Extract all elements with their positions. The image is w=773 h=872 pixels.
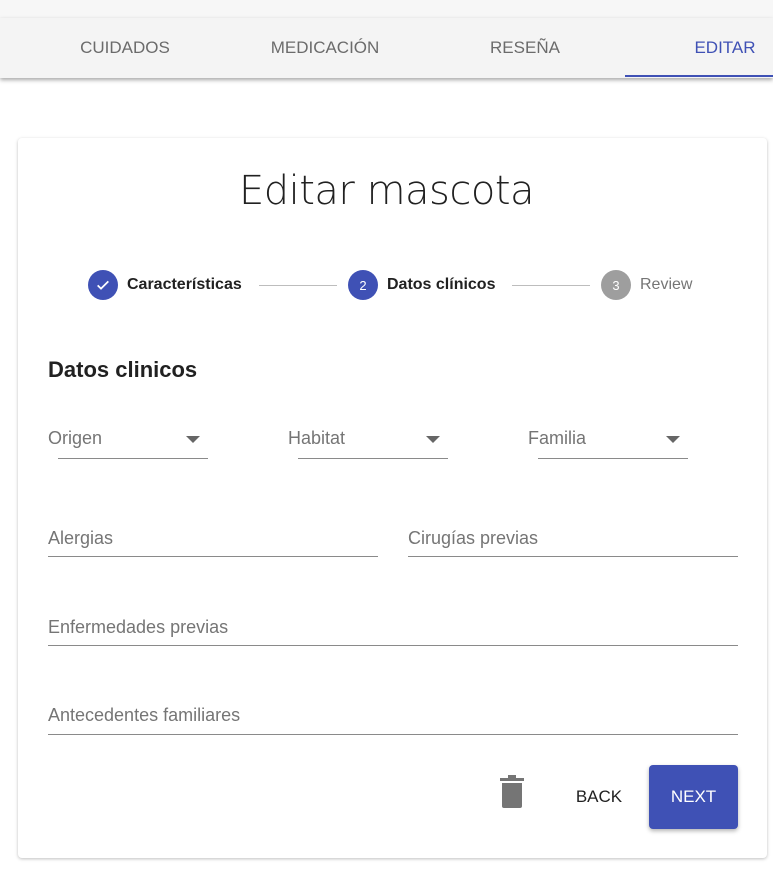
cirugias-input[interactable] — [408, 518, 738, 557]
step-connector — [512, 285, 590, 286]
chevron-down-icon — [666, 436, 680, 443]
enfermedades-input[interactable] — [48, 607, 738, 646]
step-label: Datos clínicos — [387, 276, 496, 293]
back-button[interactable]: BACK — [566, 776, 632, 818]
step-label: Review — [640, 276, 693, 293]
section-title: Datos clinicos — [48, 357, 198, 382]
step-review[interactable]: 3 Review — [601, 270, 692, 300]
step-connector — [259, 285, 337, 286]
tab-cuidados[interactable]: CUIDADOS — [25, 18, 225, 78]
antecedentes-input[interactable] — [48, 696, 738, 735]
next-button[interactable]: NEXT — [649, 765, 738, 829]
top-strip — [0, 0, 773, 18]
edit-card — [18, 138, 767, 858]
trash-icon — [500, 775, 524, 808]
step-label: Características — [127, 276, 242, 293]
alergias-input[interactable] — [48, 518, 378, 557]
tab-editar[interactable]: EDITAR — [625, 18, 773, 78]
step-caracteristicas[interactable]: Características — [88, 270, 242, 300]
tab-medicacion[interactable]: MEDICACIÓN — [225, 18, 425, 78]
chevron-down-icon — [426, 436, 440, 443]
page-title: Editar mascota — [238, 168, 535, 214]
step-number: 2 — [348, 270, 378, 300]
tab-bar: CUIDADOS MEDICACIÓN RESEÑA EDITAR — [0, 18, 773, 78]
delete-button[interactable] — [496, 772, 528, 812]
step-number: 3 — [601, 270, 631, 300]
tab-resena[interactable]: RESEÑA — [425, 18, 625, 78]
active-tab-indicator — [625, 75, 773, 77]
step-datos-clinicos[interactable]: 2 Datos clínicos — [348, 270, 495, 300]
chevron-down-icon — [186, 436, 200, 443]
check-icon — [88, 270, 118, 300]
